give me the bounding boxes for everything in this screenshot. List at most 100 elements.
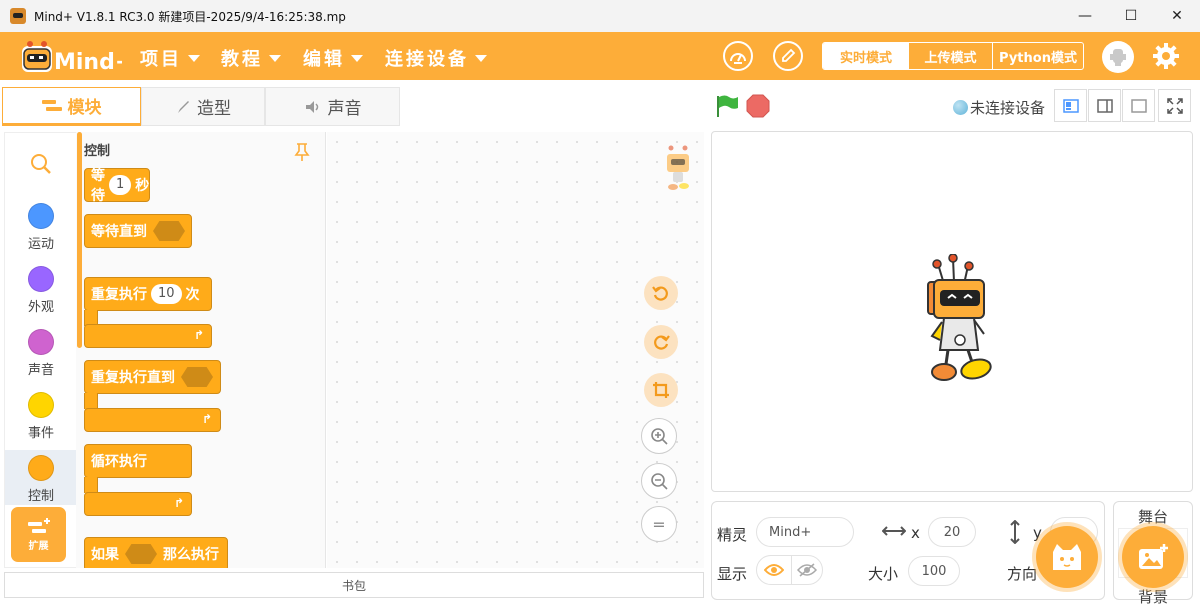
block-text: 循环执行 [91, 454, 147, 470]
block-palette: 控制 等待 1 秒 等待直到 重复执行 10 次 ↱ 重复执行直到 ↱ 循环执行… [76, 132, 326, 568]
redo-icon [654, 335, 670, 350]
loop-arrow-icon: ↱ [174, 496, 185, 510]
x-arrows-icon [881, 524, 907, 542]
c-block-foot [84, 408, 221, 432]
boolean-slot[interactable] [125, 544, 157, 564]
fullscreen-button[interactable] [1158, 89, 1191, 122]
pin-icon[interactable] [294, 142, 310, 166]
block-repeat[interactable]: 重复执行 10 次 [84, 277, 212, 311]
backpack-label: 书包 [341, 578, 366, 593]
x-input[interactable]: 20 [928, 517, 976, 547]
tab-blocks[interactable]: 模块 [2, 87, 141, 126]
close-button[interactable]: ✕ [1154, 0, 1200, 32]
c-block-arm [84, 393, 98, 409]
tab-sounds[interactable]: 声音 [265, 87, 400, 126]
extension-button[interactable]: 扩展 [11, 507, 66, 562]
stage-canvas[interactable] [711, 131, 1193, 492]
zoom-reset-button[interactable]: = [641, 506, 677, 542]
category-menu: 运动 外观 声音 事件 控制 [4, 132, 77, 568]
zoom-out-button[interactable] [641, 463, 677, 499]
direction-label: 方向 [1007, 565, 1038, 583]
window-title: Mind+ V1.8.1 RC3.0 新建项目-2025/9/4-16:25:3… [34, 9, 346, 24]
redo-button[interactable] [644, 325, 678, 359]
maximize-button[interactable]: ☐ [1108, 0, 1154, 32]
category-motion[interactable]: 运动 [5, 203, 77, 252]
fullscreen-icon [1166, 97, 1183, 114]
boolean-slot[interactable] [181, 367, 213, 387]
dashboard-icon[interactable] [723, 41, 753, 71]
zoom-in-button[interactable] [641, 418, 677, 454]
category-dot [28, 392, 54, 418]
boolean-slot[interactable] [153, 221, 185, 241]
category-events[interactable]: 事件 [5, 392, 77, 441]
user-avatar[interactable] [1102, 41, 1134, 73]
category-looks[interactable]: 外观 [5, 266, 77, 315]
tab-costumes[interactable]: 造型 [141, 87, 265, 126]
menu-edit-label: 编辑 [303, 49, 345, 70]
stage-panel-title: 舞台 [1137, 508, 1168, 526]
show-label: 显示 [717, 565, 748, 583]
green-flag-icon[interactable] [715, 94, 739, 122]
hide-toggle[interactable] [791, 555, 823, 585]
palette-scrollbar[interactable] [77, 132, 82, 348]
block-input[interactable]: 1 [109, 175, 132, 195]
category-label: 事件 [27, 426, 54, 441]
block-wait[interactable]: 等待 1 秒 [84, 168, 150, 204]
menu-tutorial[interactable]: 教程 [221, 44, 281, 72]
edit-icon[interactable] [773, 41, 803, 71]
code-workspace[interactable]: = [327, 132, 704, 568]
sprite-name-input[interactable]: Mind+ [756, 517, 854, 547]
add-backdrop-button[interactable] [1122, 526, 1184, 588]
menu-connect-device[interactable]: 连接设备 [385, 44, 487, 72]
search-category[interactable] [5, 153, 77, 175]
upload-mode-tab[interactable]: 上传模式 [909, 43, 993, 69]
category-control[interactable]: 控制 [5, 455, 77, 504]
stop-icon[interactable] [746, 94, 770, 122]
backdrop-label: 背景 [1137, 588, 1168, 606]
backpack-bar[interactable]: 书包 [4, 572, 704, 598]
extension-icon [27, 518, 50, 533]
menu-project[interactable]: 项目 [140, 44, 200, 72]
block-text: 那么执行 [163, 547, 219, 563]
size-input[interactable]: 100 [908, 556, 960, 586]
small-stage-button[interactable] [1054, 89, 1087, 122]
block-text: 重复执行 [91, 287, 147, 303]
chevron-down-icon [475, 54, 487, 62]
category-label: 运动 [27, 237, 54, 252]
python-mode-tab[interactable]: Python模式 [993, 43, 1083, 69]
menu-edit[interactable]: 编辑 [303, 44, 363, 72]
mindplus-robot-sprite[interactable] [920, 253, 1004, 398]
show-visible-toggle[interactable] [756, 555, 792, 585]
c-block-arm [84, 477, 98, 493]
block-text: 等待直到 [91, 224, 147, 240]
block-if-then[interactable]: 如果 那么执行 [84, 537, 228, 568]
size-label: 大小 [868, 565, 899, 583]
category-label: 外观 [27, 300, 54, 315]
block-input[interactable]: 10 [151, 284, 182, 304]
speaker-icon [305, 100, 318, 113]
title-bar: Mind+ V1.8.1 RC3.0 新建项目-2025/9/4-16:25:3… [0, 0, 1200, 32]
hide-stage-button[interactable] [1122, 89, 1155, 122]
eye-off-icon [797, 563, 817, 577]
add-sprite-button[interactable] [1036, 526, 1098, 588]
category-dot [28, 455, 54, 481]
category-sound[interactable]: 声音 [5, 329, 77, 378]
undo-icon [652, 286, 668, 301]
crop-button[interactable] [644, 373, 678, 407]
layout-normal-stage-icon [1096, 98, 1113, 113]
x-label: x [911, 524, 920, 542]
category-label: 声音 [27, 363, 54, 378]
chevron-down-icon [351, 54, 363, 62]
block-forever[interactable]: 循环执行 [84, 444, 192, 478]
block-text: 次 [185, 287, 200, 303]
undo-button[interactable] [644, 276, 678, 310]
status-dot-icon [953, 100, 968, 115]
minimize-button[interactable]: — [1062, 0, 1108, 32]
block-wait-until[interactable]: 等待直到 [84, 214, 192, 248]
normal-stage-button[interactable] [1088, 89, 1121, 122]
settings-gear-icon[interactable] [1151, 41, 1181, 71]
block-repeat-until[interactable]: 重复执行直到 [84, 360, 221, 394]
palette-heading: 控制 [84, 144, 111, 159]
tab-sounds-label: 声音 [327, 99, 362, 119]
realtime-mode-tab[interactable]: 实时模式 [823, 43, 909, 69]
